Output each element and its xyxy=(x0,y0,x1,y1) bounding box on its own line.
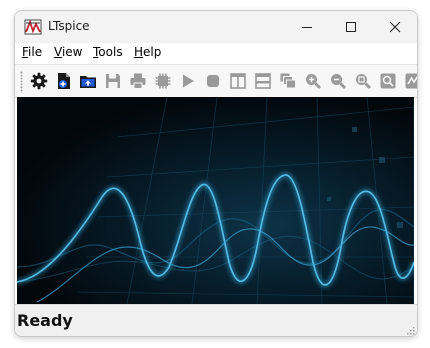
window-title: LTspice xyxy=(48,19,90,33)
tile-vertical-icon xyxy=(230,73,246,89)
save-button[interactable] xyxy=(102,70,124,92)
tile-horizontal-icon xyxy=(255,73,271,89)
title-bar[interactable]: LTspice xyxy=(15,11,417,43)
autorange-icon xyxy=(405,73,417,89)
minimize-icon xyxy=(302,27,312,28)
zoom-in-button[interactable] xyxy=(302,70,324,92)
zoom-out-icon xyxy=(331,74,346,89)
maximize-button[interactable] xyxy=(329,11,373,43)
component-button[interactable] xyxy=(152,70,174,92)
open-button[interactable] xyxy=(77,70,99,92)
settings-gear-icon xyxy=(30,72,48,90)
stop-icon xyxy=(207,75,219,87)
status-bar: Ready xyxy=(15,304,417,336)
cascade-icon xyxy=(280,73,296,89)
print-button[interactable] xyxy=(127,70,149,92)
zoom-fit-button[interactable] xyxy=(352,70,374,92)
close-icon xyxy=(389,21,401,33)
close-button[interactable] xyxy=(373,11,417,43)
save-icon xyxy=(106,74,120,88)
menu-view[interactable]: View xyxy=(54,45,82,59)
settings-button[interactable] xyxy=(28,70,50,92)
resize-grip-icon[interactable] xyxy=(405,325,415,335)
maximize-icon xyxy=(346,22,356,32)
chip-icon xyxy=(155,73,171,89)
print-icon xyxy=(130,73,146,89)
toolbar xyxy=(15,64,417,98)
status-text: Ready xyxy=(17,311,73,330)
ltspice-window: LTspice File View Tools Help Ready xyxy=(14,10,418,337)
ltspice-logo-icon xyxy=(24,19,42,35)
tile-vertical-button[interactable] xyxy=(227,70,249,92)
splash-canvas[interactable] xyxy=(17,97,414,304)
zoom-fit-icon xyxy=(356,74,371,89)
menu-file[interactable]: File xyxy=(22,45,42,59)
waveform-splash-graphic xyxy=(17,97,414,304)
open-folder-icon xyxy=(80,76,96,88)
autorange-button[interactable] xyxy=(402,70,417,92)
menu-help[interactable]: Help xyxy=(134,45,161,59)
zoom-out-button[interactable] xyxy=(327,70,349,92)
new-schematic-icon xyxy=(58,73,70,89)
run-icon xyxy=(183,74,194,88)
tile-horizontal-button[interactable] xyxy=(252,70,274,92)
zoom-in-icon xyxy=(306,74,321,89)
stop-button[interactable] xyxy=(202,70,224,92)
new-schematic-button[interactable] xyxy=(53,70,75,92)
zoom-area-button[interactable] xyxy=(377,70,399,92)
minimize-button[interactable] xyxy=(285,11,329,43)
zoom-area-icon xyxy=(380,73,396,89)
menu-bar: File View Tools Help xyxy=(15,43,417,63)
run-button[interactable] xyxy=(177,70,199,92)
toolbar-grip[interactable] xyxy=(20,71,23,93)
menu-tools[interactable]: Tools xyxy=(93,45,123,59)
cascade-button[interactable] xyxy=(277,70,299,92)
